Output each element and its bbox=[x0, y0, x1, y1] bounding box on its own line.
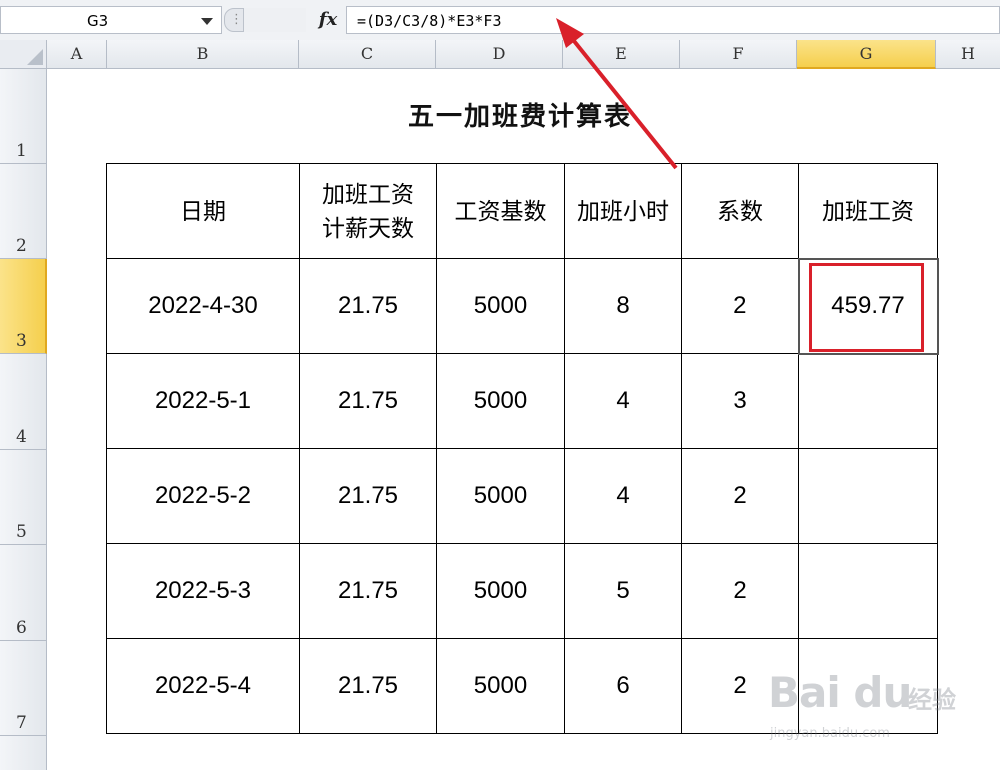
row-header-5[interactable]: 5 bbox=[0, 450, 47, 545]
row-header-3[interactable]: 3 bbox=[0, 259, 47, 354]
row-header-6[interactable]: 6 bbox=[0, 545, 47, 641]
cell-coefficient[interactable]: 3 bbox=[681, 353, 799, 449]
row-header-7[interactable]: 7 bbox=[0, 641, 47, 736]
header-pay-days-line2: 计薪天数 bbox=[322, 215, 414, 241]
cell-overtime-hours[interactable]: 4 bbox=[564, 448, 682, 544]
table-row: 2022-5-1 21.75 5000 4 3 bbox=[106, 353, 938, 449]
cell-base-salary[interactable]: 5000 bbox=[436, 448, 565, 544]
select-all-button[interactable] bbox=[0, 40, 47, 69]
table-row: 2022-5-2 21.75 5000 4 2 bbox=[106, 448, 938, 544]
header-overtime-pay[interactable]: 加班工资 bbox=[798, 163, 938, 259]
row-header-8[interactable] bbox=[0, 736, 47, 770]
cell-overtime-pay-active[interactable]: 459.77 bbox=[797, 257, 939, 355]
overtime-table: 日期 加班工资 计薪天数 工资基数 加班小时 系数 加班工资 2022-4-30… bbox=[106, 163, 939, 734]
header-pay-days[interactable]: 加班工资 计薪天数 bbox=[299, 163, 437, 259]
cell-overtime-hours[interactable]: 4 bbox=[564, 353, 682, 449]
cell-overtime-pay-value: 459.77 bbox=[831, 292, 905, 319]
watermark-url: jingyan.baidu.com bbox=[770, 726, 890, 741]
column-header-a[interactable]: A bbox=[47, 40, 107, 69]
cell-date[interactable]: 2022-5-3 bbox=[106, 543, 300, 639]
cell-date[interactable]: 2022-5-1 bbox=[106, 353, 300, 449]
cell-coefficient[interactable]: 2 bbox=[681, 258, 799, 354]
resize-grip-icon[interactable]: ⋮ bbox=[224, 8, 244, 32]
header-pay-days-line1: 加班工资 bbox=[322, 181, 414, 207]
cell-pay-days[interactable]: 21.75 bbox=[299, 543, 437, 639]
row-header-4[interactable]: 4 bbox=[0, 354, 47, 450]
formula-input[interactable]: =(D3/C3/8)*E3*F3 bbox=[346, 6, 1000, 34]
cell-date[interactable]: 2022-5-4 bbox=[106, 638, 300, 734]
header-date[interactable]: 日期 bbox=[106, 163, 300, 259]
sheet-title[interactable]: 五一加班费计算表 bbox=[300, 96, 740, 133]
header-overtime-hours[interactable]: 加班小时 bbox=[564, 163, 682, 259]
cell-pay-days[interactable]: 21.75 bbox=[299, 353, 437, 449]
cell-base-salary[interactable]: 5000 bbox=[436, 353, 565, 449]
cell-pay-days[interactable]: 21.75 bbox=[299, 638, 437, 734]
table-row: 2022-5-3 21.75 5000 5 2 bbox=[106, 543, 938, 639]
cell-date[interactable]: 2022-5-2 bbox=[106, 448, 300, 544]
header-coefficient[interactable]: 系数 bbox=[681, 163, 799, 259]
cell-overtime-pay[interactable] bbox=[798, 448, 938, 544]
watermark-brand: Bai du bbox=[768, 668, 912, 717]
formula-bar-buttons bbox=[244, 8, 306, 32]
cell-overtime-pay[interactable] bbox=[798, 543, 938, 639]
baidu-watermark: Bai du 经验 jingyan.baidu.com bbox=[768, 660, 988, 750]
column-header-d[interactable]: D bbox=[436, 40, 563, 69]
cell-overtime-hours[interactable]: 6 bbox=[564, 638, 682, 734]
cell-overtime-hours[interactable]: 8 bbox=[564, 258, 682, 354]
table-row: 2022-4-30 21.75 5000 8 2 459.77 bbox=[106, 257, 939, 355]
column-header-g[interactable]: G bbox=[797, 40, 936, 69]
cell-coefficient[interactable]: 2 bbox=[681, 448, 799, 544]
row-header-2[interactable]: 2 bbox=[0, 164, 47, 259]
cell-base-salary[interactable]: 5000 bbox=[436, 543, 565, 639]
cell-pay-days[interactable]: 21.75 bbox=[299, 258, 437, 354]
column-header-h[interactable]: H bbox=[936, 40, 1000, 69]
row-header-1[interactable]: 1 bbox=[0, 69, 47, 164]
header-base-salary[interactable]: 工资基数 bbox=[436, 163, 565, 259]
chevron-down-icon[interactable] bbox=[201, 18, 213, 25]
column-header-f[interactable]: F bbox=[680, 40, 797, 69]
cell-overtime-hours[interactable]: 5 bbox=[564, 543, 682, 639]
column-header-e[interactable]: E bbox=[563, 40, 680, 69]
insert-function-button[interactable]: fx bbox=[313, 6, 343, 34]
formula-text: =(D3/C3/8)*E3*F3 bbox=[357, 12, 502, 30]
cell-base-salary[interactable]: 5000 bbox=[436, 258, 565, 354]
cell-pay-days[interactable]: 21.75 bbox=[299, 448, 437, 544]
column-header-c[interactable]: C bbox=[299, 40, 436, 69]
cell-base-salary[interactable]: 5000 bbox=[436, 638, 565, 734]
table-header-row: 日期 加班工资 计薪天数 工资基数 加班小时 系数 加班工资 bbox=[106, 163, 938, 259]
watermark-cn: 经验 bbox=[908, 686, 956, 714]
name-box[interactable]: G3 bbox=[0, 6, 222, 34]
cell-reference: G3 bbox=[87, 12, 109, 30]
formula-bar: G3 ⋮ fx =(D3/C3/8)*E3*F3 bbox=[0, 0, 1000, 41]
cell-overtime-pay[interactable] bbox=[798, 353, 938, 449]
cell-date[interactable]: 2022-4-30 bbox=[106, 258, 300, 354]
column-header-b[interactable]: B bbox=[107, 40, 299, 69]
cell-coefficient[interactable]: 2 bbox=[681, 543, 799, 639]
